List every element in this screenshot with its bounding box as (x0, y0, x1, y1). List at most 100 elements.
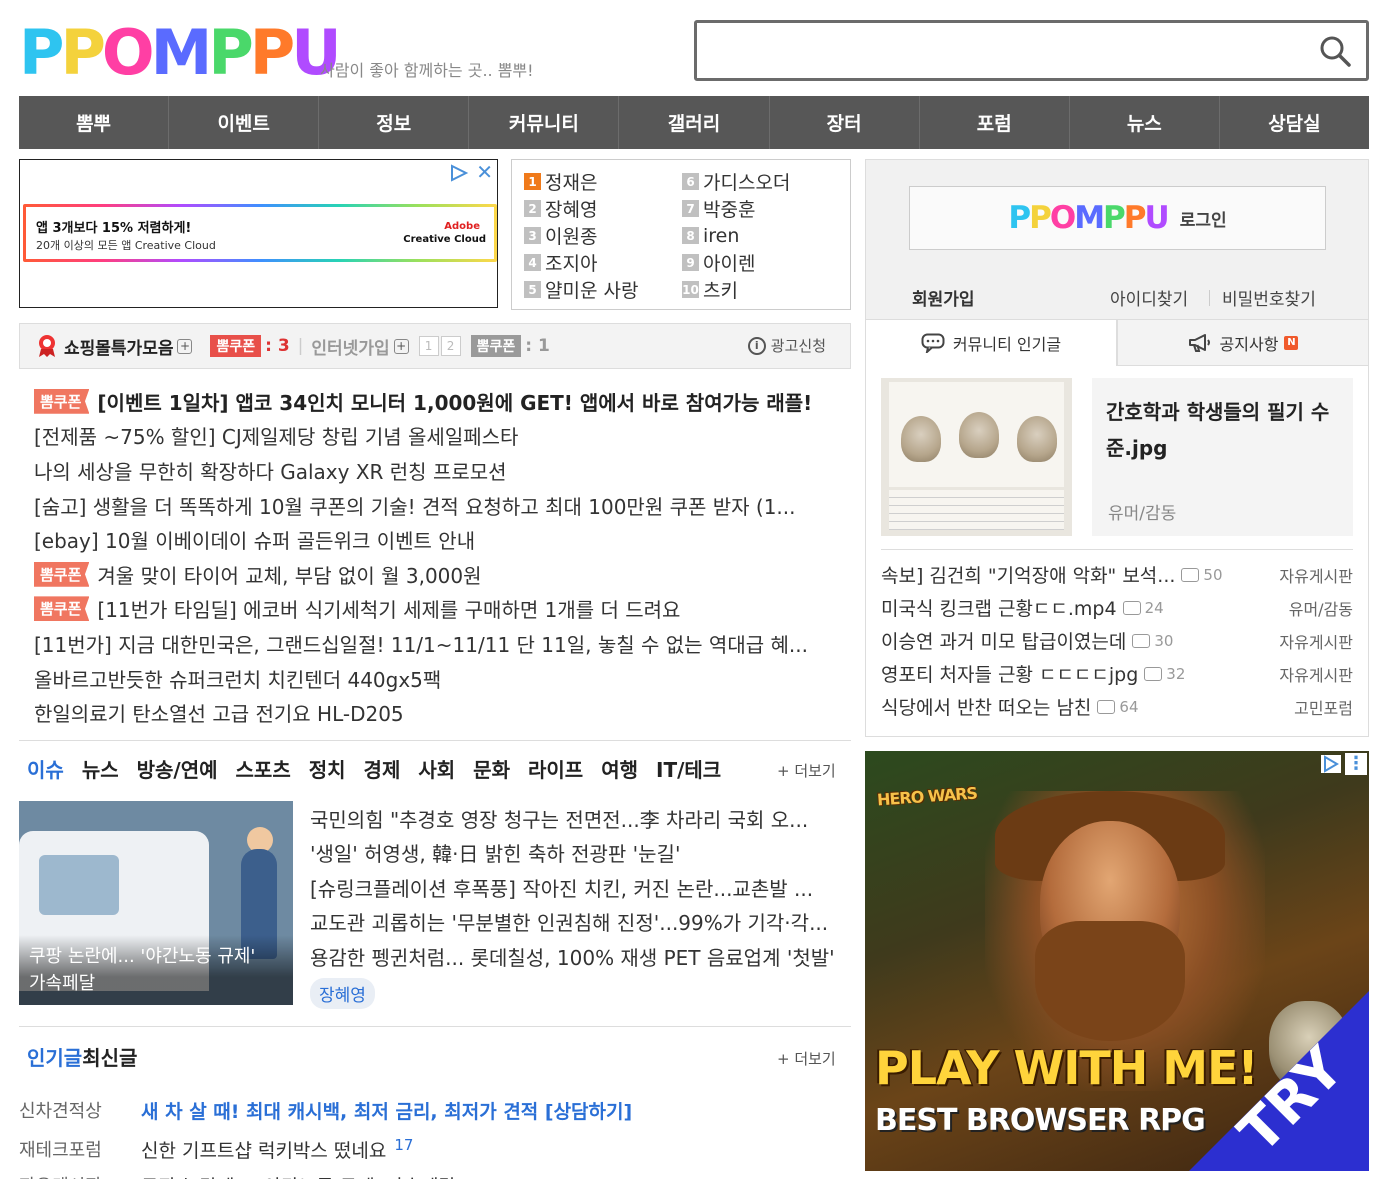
ranking-item[interactable]: 4 조지아 (524, 249, 638, 276)
hot-deal-item[interactable]: [숨고] 생활을 더 똑똑하게 10월 쿠폰의 기술! 견적 요청하고 최대 1… (34, 488, 846, 523)
coupon-tag[interactable]: 뽐쿠폰 (210, 335, 262, 357)
ranking-item[interactable]: 3 이원종 (524, 222, 638, 249)
news-thumbnail[interactable]: 쿠팡 논란에... '야간노동 규제' 가속페달 (19, 801, 293, 1005)
post-title: 미국식 킹크랩 근황ㄷㄷ.mp4 (881, 598, 1117, 620)
separator: | (297, 336, 304, 356)
hot-deal-item[interactable]: [11번가] 지금 대한민국은, 그랜드십일절! 11/1~11/11 단 11… (34, 626, 846, 661)
tab-popular[interactable]: 인기글 (27, 1042, 82, 1071)
news-item[interactable]: '생일' 허영생, 韓·日 밝힌 축하 전광판 '눈길' (310, 836, 850, 871)
search-icon[interactable] (1318, 34, 1352, 68)
news-item[interactable]: 국민의힘 "추경호 영장 청구는 전면전...李 차라리 국회 오... (310, 801, 850, 836)
news-tab[interactable]: 사회 (418, 754, 455, 783)
ranking-item[interactable]: 6 가디스오더 (682, 168, 790, 195)
news-tab[interactable]: 방송/연예 (137, 754, 218, 783)
popular-row[interactable]: 자유게시판쿠팡 논란에... '야간노동 규제' 가속페달 (19, 1172, 456, 1179)
site-logo[interactable]: PPOMPPU (19, 14, 342, 84)
news-tab[interactable]: 정치 (309, 754, 346, 783)
hot-deal-item[interactable]: 올바르고반듯한 슈퍼크런치 치킨텐더 440gx5팩 (34, 661, 846, 696)
nav-gallery[interactable]: 갤러리 (619, 96, 770, 149)
news-tab[interactable]: 이슈 (27, 754, 64, 783)
ranking-item[interactable]: 10 츠키 (682, 276, 790, 303)
hot-deal-item[interactable]: 한일의료기 탄소열선 고급 전기요 HL-D205 (34, 695, 846, 730)
ad-request-link[interactable]: i 광고신청 (747, 335, 826, 356)
news-more-link[interactable]: + 더보기 (777, 760, 836, 781)
login-button[interactable]: PPOMPPU 로그인 (909, 186, 1326, 250)
news-tab[interactable]: 뉴스 (82, 754, 119, 783)
hot-deal-item[interactable]: 나의 세상을 무한히 확장하다 Galaxy XR 런칭 프로모션 (34, 453, 846, 488)
coupon-badge: 뽐쿠폰 (34, 388, 90, 414)
signup-link[interactable]: 회원가입 (912, 285, 975, 310)
page-2-button[interactable]: 2 (440, 336, 461, 356)
coupon-tag-grey[interactable]: 뽐쿠폰 (470, 335, 522, 357)
find-password-link[interactable]: 비밀번호찾기 (1222, 285, 1316, 310)
nav-info[interactable]: 정보 (319, 96, 470, 149)
news-keyword-tag[interactable]: 장혜영 (310, 978, 375, 1009)
news-tab[interactable]: 여행 (601, 754, 638, 783)
community-post[interactable]: 미국식 킹크랩 근황ㄷㄷ.mp4 24 유머/감동 (881, 591, 1353, 624)
adchoices-icon[interactable] (1321, 755, 1341, 773)
close-icon[interactable]: ✕ (476, 162, 493, 182)
community-post[interactable]: 속보] 김건희 "기억장애 악화" 보석... 50 자유게시판 (881, 558, 1353, 591)
featured-thumbnail[interactable] (881, 378, 1072, 536)
nav-news[interactable]: 뉴스 (1070, 96, 1220, 149)
ranking-item[interactable]: 8 iren (682, 222, 790, 249)
login-label: 로그인 (1179, 210, 1227, 231)
internet-plus-icon[interactable]: + (393, 338, 409, 354)
hot-deal-item[interactable]: 뽐쿠폰 [11번가 타임딜] 에코버 식기세척기 세제를 구매하면 1개를 더 드… (34, 592, 846, 627)
ranking-item[interactable]: 2 장혜영 (524, 195, 638, 222)
nav-consult[interactable]: 상담실 (1220, 96, 1369, 149)
rank-keyword: 조지아 (545, 253, 598, 275)
nav-event[interactable]: 이벤트 (169, 96, 320, 149)
featured-post[interactable]: 간호학과 학생들의 필기 수준.jpg 유머/감동 (1092, 378, 1353, 536)
nav-ppomppu[interactable]: 뽐뿌 (19, 96, 170, 149)
hot-deal-item[interactable]: [전제품 ~75% 할인] CJ제일제당 창립 기념 올세일페스타 (34, 419, 846, 454)
news-item[interactable]: [슈링크플레이션 후폭풍] 작아진 치킨, 커진 논란...교촌발 ... (310, 870, 850, 905)
nav-forum[interactable]: 포럼 (920, 96, 1070, 149)
logo-letter: P (1123, 200, 1147, 236)
news-item[interactable]: 교도관 괴롭히는 '무분별한 인권침해 진정'...99%가 기각·각... (310, 905, 850, 940)
internet-signup-link[interactable]: 인터넷가입 (311, 334, 389, 359)
tab-notice[interactable]: 공지사항 N (1117, 320, 1369, 366)
chat-bubble-icon (921, 333, 945, 353)
popular-row[interactable]: 신차견적상 새 차 살 때! 최대 캐시백, 최저 금리, 최저가 견적 [상담하… (19, 1097, 632, 1124)
ad-menu-icon[interactable]: ⋮ (1345, 753, 1367, 775)
news-tab[interactable]: 경제 (364, 754, 401, 783)
post-board: 유머/감동 (1288, 599, 1353, 619)
news-tab[interactable]: 스포츠 (236, 754, 291, 783)
community-post[interactable]: 이승연 과거 미모 탑급이였는데 30 자유게시판 (881, 624, 1353, 657)
hot-deal-item[interactable]: [ebay] 10월 이베이데이 슈퍼 골든위크 이벤트 안내 (34, 522, 846, 557)
ranking-item[interactable]: 9 아이렌 (682, 249, 790, 276)
news-tab[interactable]: IT/테크 (656, 754, 721, 783)
page-1-button[interactable]: 1 (418, 336, 439, 356)
ad-creative[interactable]: 앱 3개보다 15% 저렴하게! 20개 이상의 모든 앱 Creative C… (23, 204, 497, 262)
popular-more-link[interactable]: + 더보기 (777, 1048, 836, 1069)
tab-community-popular[interactable]: 커뮤니티 인기글 (865, 320, 1117, 366)
ranking-item[interactable]: 5 얄미운 사랑 (524, 276, 638, 303)
search-box[interactable] (694, 20, 1369, 81)
post-board: 자유게시판 (1279, 665, 1353, 685)
news-tab[interactable]: 문화 (473, 754, 510, 783)
find-id-link[interactable]: 아이디찾기 (1110, 285, 1188, 310)
ranking-item[interactable]: 7 박중훈 (682, 195, 790, 222)
nav-market[interactable]: 장터 (770, 96, 920, 149)
news-item[interactable]: 용감한 펭귄처럼... 롯데칠성, 100% 재생 PET 음료업계 '첫발' (310, 939, 850, 974)
hot-deal-item[interactable]: 뽐쿠폰 겨울 맞이 타이어 교체, 부담 없이 월 3,000원 (34, 557, 846, 592)
hot-deal-item[interactable]: 뽐쿠폰 [이벤트 1일차] 앱코 34인치 모니터 1,000원에 GET! 앱에… (34, 384, 846, 419)
community-post[interactable]: 식당에서 반찬 떠오는 남친 64 고민포럼 (881, 690, 1353, 723)
news-title: 국민의힘 "추경호 영장 청구는 전면전...李 차라리 국회 오... (310, 807, 809, 832)
shopping-mall-deals-link[interactable]: 쇼핑몰특가모음 (64, 334, 173, 359)
account-links: 회원가입 아이디찾기 비밀번호찾기 (865, 276, 1369, 320)
truck-window (39, 855, 119, 915)
ranking-item[interactable]: 1 정재은 (524, 168, 638, 195)
ad-banner-small[interactable]: ✕ 앱 3개보다 15% 저렴하게! 20개 이상의 모든 앱 Creative… (19, 159, 498, 308)
news-tab[interactable]: 라이프 (528, 754, 583, 783)
search-input[interactable] (697, 23, 1297, 78)
nav-community[interactable]: 커뮤니티 (469, 96, 620, 149)
shopping-plus-icon[interactable]: + (177, 338, 193, 354)
adchoices-icon[interactable] (449, 164, 469, 182)
ad-banner-large[interactable]: HERO WARS PLAY WITH ME! BEST BROWSER RPG… (865, 751, 1369, 1171)
tab-latest[interactable]: 최신글 (82, 1042, 137, 1071)
popular-row[interactable]: 재테크포럼 신한 기프트샵 럭키박스 떴네요 17 (19, 1136, 413, 1163)
community-post[interactable]: 영포티 처자들 근황 ㄷㄷㄷㄷjpg 32 자유게시판 (881, 657, 1353, 690)
comment-icon (1181, 567, 1200, 582)
